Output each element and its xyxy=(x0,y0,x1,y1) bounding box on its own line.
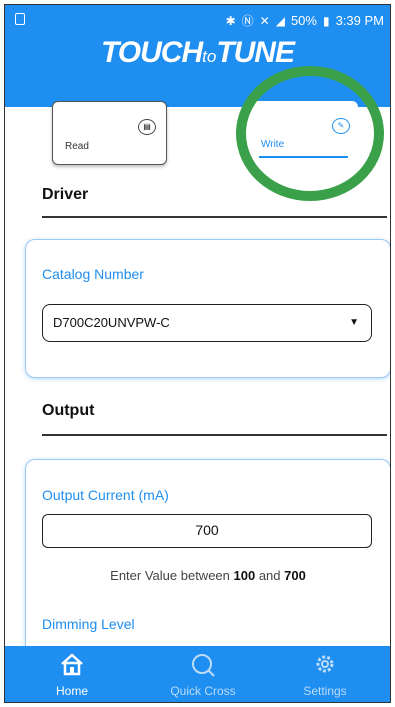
output-current-input[interactable]: 700 xyxy=(42,514,372,548)
tab-read-label: Read xyxy=(65,141,89,152)
nfc-icon: Ⓝ xyxy=(241,14,254,28)
output-current-label: Output Current (mA) xyxy=(42,487,169,503)
mute-icon: ✕ xyxy=(259,13,270,28)
divider xyxy=(42,216,387,218)
status-bar: ✱ Ⓝ ✕ ◢ 50% ▮ 3:39 PM xyxy=(5,5,390,35)
nav-home[interactable]: Home xyxy=(8,646,136,702)
output-card: Output Current (mA) 700 Enter Value betw… xyxy=(25,459,390,659)
catalog-number-select[interactable]: D700C20UNVPW-C ▼ xyxy=(42,304,372,342)
battery-percent: 50% xyxy=(290,13,317,28)
hint-min: 100 xyxy=(233,568,256,583)
edit-icon: ✎ xyxy=(332,118,350,134)
nav-home-label: Home xyxy=(55,684,88,698)
gear-icon xyxy=(261,652,389,676)
status-icons: ✱ Ⓝ ✕ ◢ 50% ▮ 3:39 PM xyxy=(226,12,384,29)
logo-word-tune: TUNE xyxy=(216,36,295,69)
battery-icon: ▮ xyxy=(322,13,330,28)
app-logo: TOUCHtoTUNE xyxy=(5,36,390,70)
logo-word-to: to xyxy=(202,47,217,66)
tab-write-label: Write xyxy=(261,139,285,150)
driver-card: Catalog Number D700C20UNVPW-C ▼ xyxy=(25,239,390,378)
catalog-number-value: D700C20UNVPW-C xyxy=(53,315,170,330)
tab-read[interactable]: Read ▤ xyxy=(52,101,167,165)
dropdown-arrow-icon: ▼ xyxy=(349,317,359,328)
section-title-driver: Driver xyxy=(42,186,89,203)
bluetooth-icon: ✱ xyxy=(225,13,236,28)
section-title-output: Output xyxy=(42,402,95,419)
search-icon xyxy=(139,652,267,677)
divider xyxy=(42,434,387,436)
output-current-hint: Enter Value between 100 and 700 xyxy=(26,568,390,583)
nav-quick-cross-label: Quick Cross xyxy=(170,684,236,698)
phone-screen: ✱ Ⓝ ✕ ◢ 50% ▮ 3:39 PM TOUCHtoTUNE Read ▤… xyxy=(4,4,391,703)
nav-settings[interactable]: Settings xyxy=(261,646,389,702)
catalog-number-label: Catalog Number xyxy=(42,266,144,282)
tab-write-active-indicator xyxy=(259,156,348,158)
bottom-nav: Home Quick Cross Settings xyxy=(5,646,390,702)
home-icon xyxy=(8,652,136,676)
logo-word-touch: TOUCH xyxy=(101,36,203,69)
nav-settings-label: Settings xyxy=(303,684,347,698)
dimming-level-label: Dimming Level xyxy=(42,616,135,632)
hint-max: 700 xyxy=(284,568,306,583)
nav-quick-cross[interactable]: Quick Cross xyxy=(139,646,267,702)
tab-write[interactable]: Write ✎ xyxy=(243,101,358,165)
signal-icon: ◢ xyxy=(275,13,285,28)
book-icon: ▤ xyxy=(138,119,156,135)
hint-and: and xyxy=(255,568,285,583)
notification-icon xyxy=(15,13,25,25)
clock: 3:39 PM xyxy=(335,13,384,28)
hint-prefix: Enter Value between xyxy=(110,568,234,583)
